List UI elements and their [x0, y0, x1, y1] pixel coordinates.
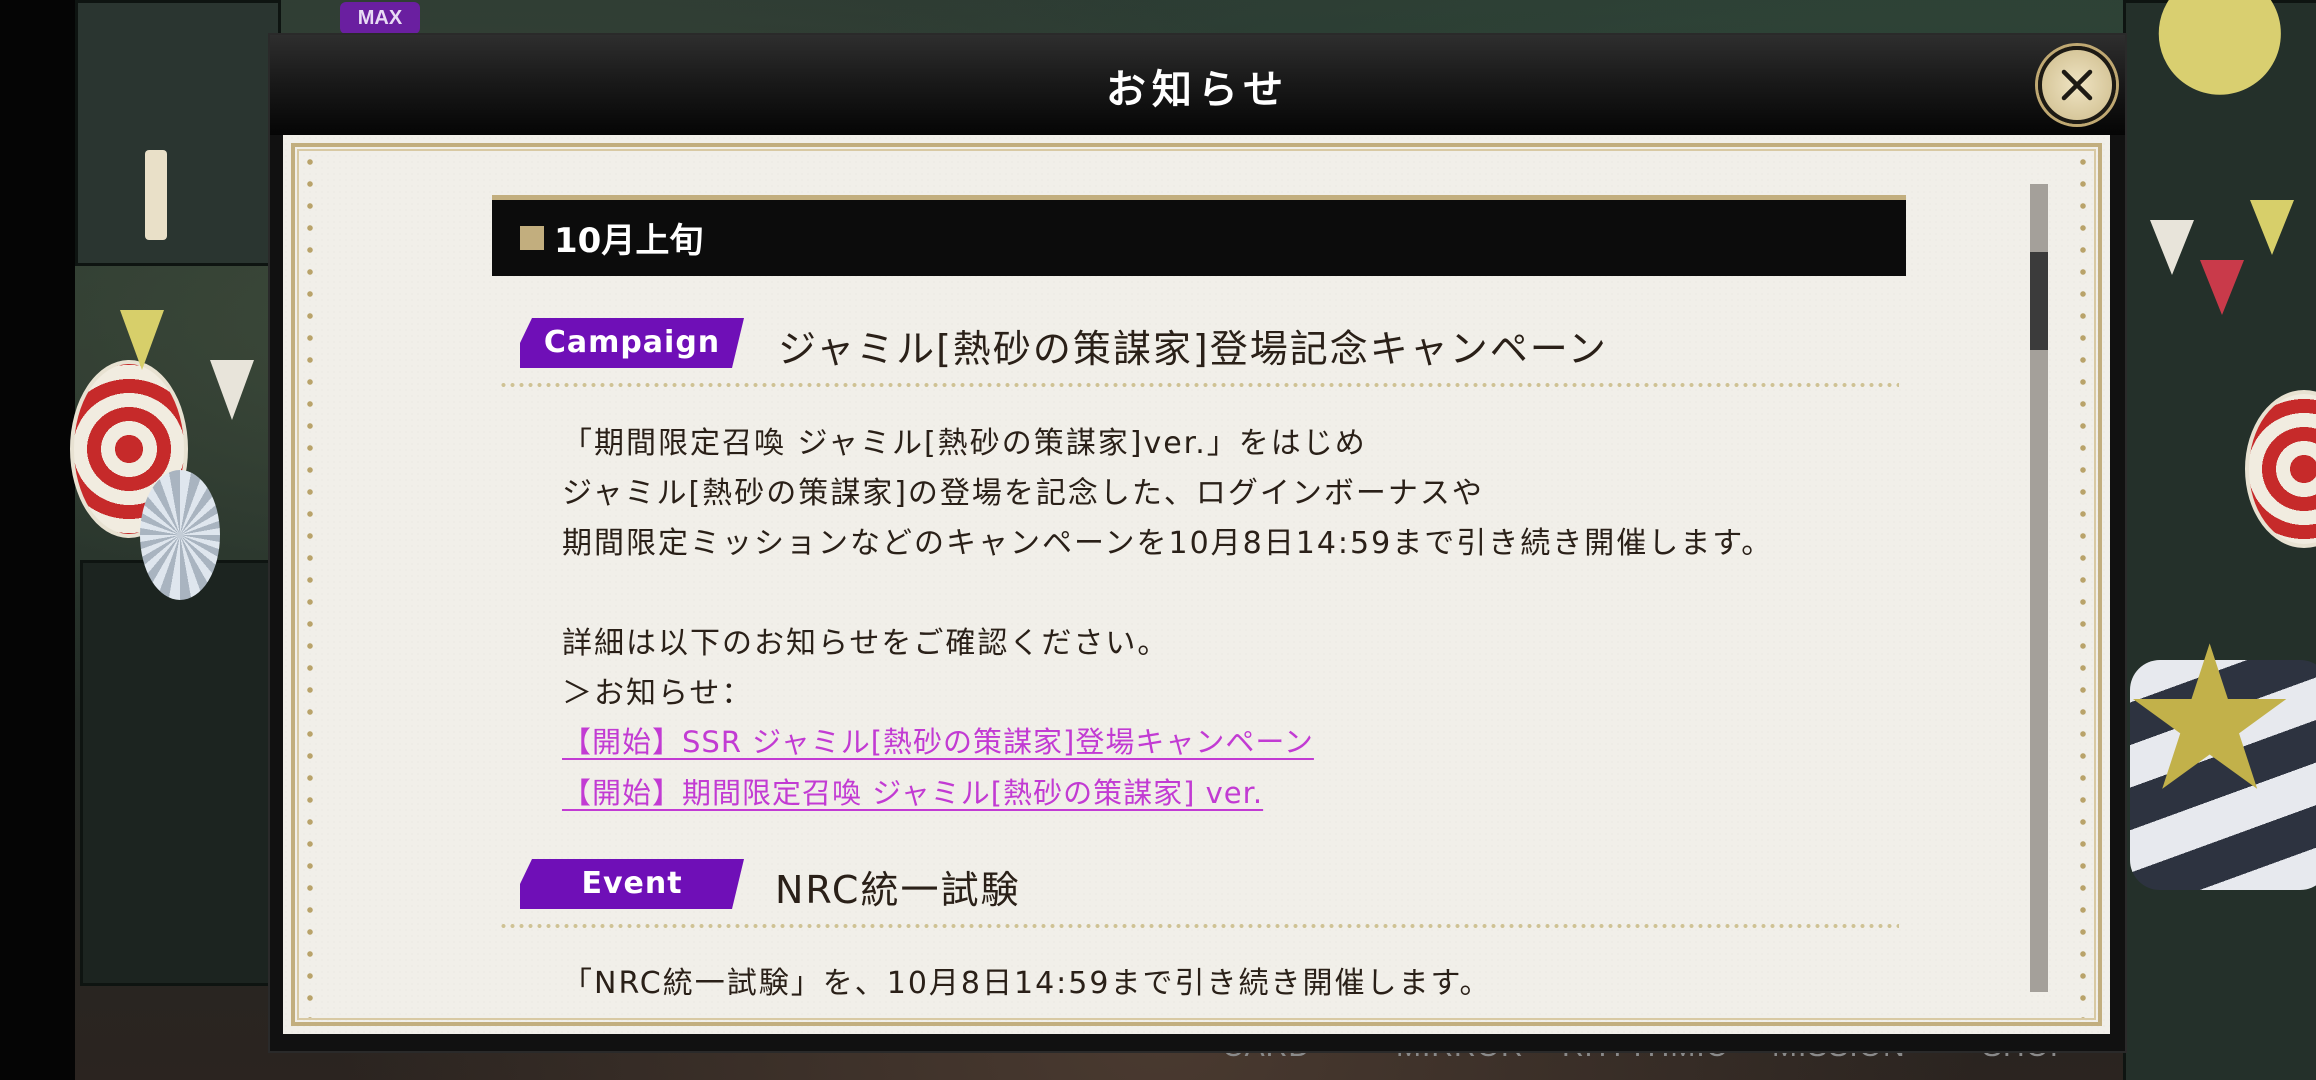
item-body-line: 「NRC統一試験」を、10月8日14:59まで引き続き開催します。 — [562, 966, 1492, 1001]
section-header: 10月上旬 — [492, 195, 1906, 276]
pennant-flag — [120, 310, 164, 370]
dialog-title: お知らせ — [1105, 67, 1290, 113]
pennant-flag — [2250, 200, 2294, 255]
scrollbar-thumb[interactable] — [2030, 252, 2048, 350]
section-label: 10月上旬 — [554, 221, 704, 261]
item-title: ジャミル[熱砂の策謀家]登場記念キャンペーン — [778, 327, 1608, 371]
item-body-line: 「期間限定召喚 ジャミル[熱砂の策謀家]ver.」をはじめ — [562, 426, 1367, 461]
item-title: NRC統一試験 — [775, 868, 1021, 912]
scrollbar[interactable] — [2030, 184, 2048, 992]
close-button[interactable] — [2038, 46, 2116, 124]
star-cushion: ★ — [2120, 603, 2300, 836]
rosette-decoration — [140, 470, 220, 600]
event-tag: Event — [520, 859, 744, 909]
candle — [145, 150, 167, 240]
wall-shelf — [75, 0, 281, 266]
pennant-flag — [2200, 260, 2244, 315]
lamp-glow: ● — [2150, 0, 2290, 113]
dialog-header: お知らせ — [270, 35, 2125, 135]
item-body-line: 詳細は以下のお知らせをご確認ください。 — [562, 626, 1170, 661]
news-link[interactable]: 【開始】期間限定召喚 ジャミル[熱砂の策謀家] ver. — [562, 770, 1263, 812]
item-body-line: ＞お知らせ： — [562, 676, 754, 711]
item-body-line: 期間限定ミッションなどのキャンペーンを10月8日14:59まで引き続き開催します… — [562, 526, 1774, 561]
letterbox-left — [0, 0, 75, 1080]
news-link[interactable]: 【開始】SSR ジャミル[熱砂の策謀家]登場キャンペーン — [562, 719, 1314, 761]
pennant-flag — [2150, 220, 2194, 275]
news-dialog: お知らせ 10月上旬 Campaign ジャミル[熱砂の策謀家]登場記念キャンペ… — [268, 33, 2127, 1053]
item-body-line: ジャミル[熱砂の策謀家]の登場を記念した、ログインボーナスや — [562, 476, 1484, 511]
dotted-divider — [499, 383, 1899, 387]
news-panel[interactable]: 10月上旬 Campaign ジャミル[熱砂の策謀家]登場記念キャンペーン 「期… — [283, 135, 2110, 1034]
news-content: 10月上旬 Campaign ジャミル[熱砂の策謀家]登場記念キャンペーン 「期… — [283, 135, 2110, 1034]
dotted-divider — [499, 924, 1899, 928]
fireplace — [80, 560, 276, 986]
max-badge: MAX — [340, 2, 420, 34]
pennant-flag — [210, 360, 254, 420]
close-icon — [2061, 69, 2093, 101]
section-marker — [520, 226, 544, 250]
campaign-tag: Campaign — [520, 318, 744, 368]
